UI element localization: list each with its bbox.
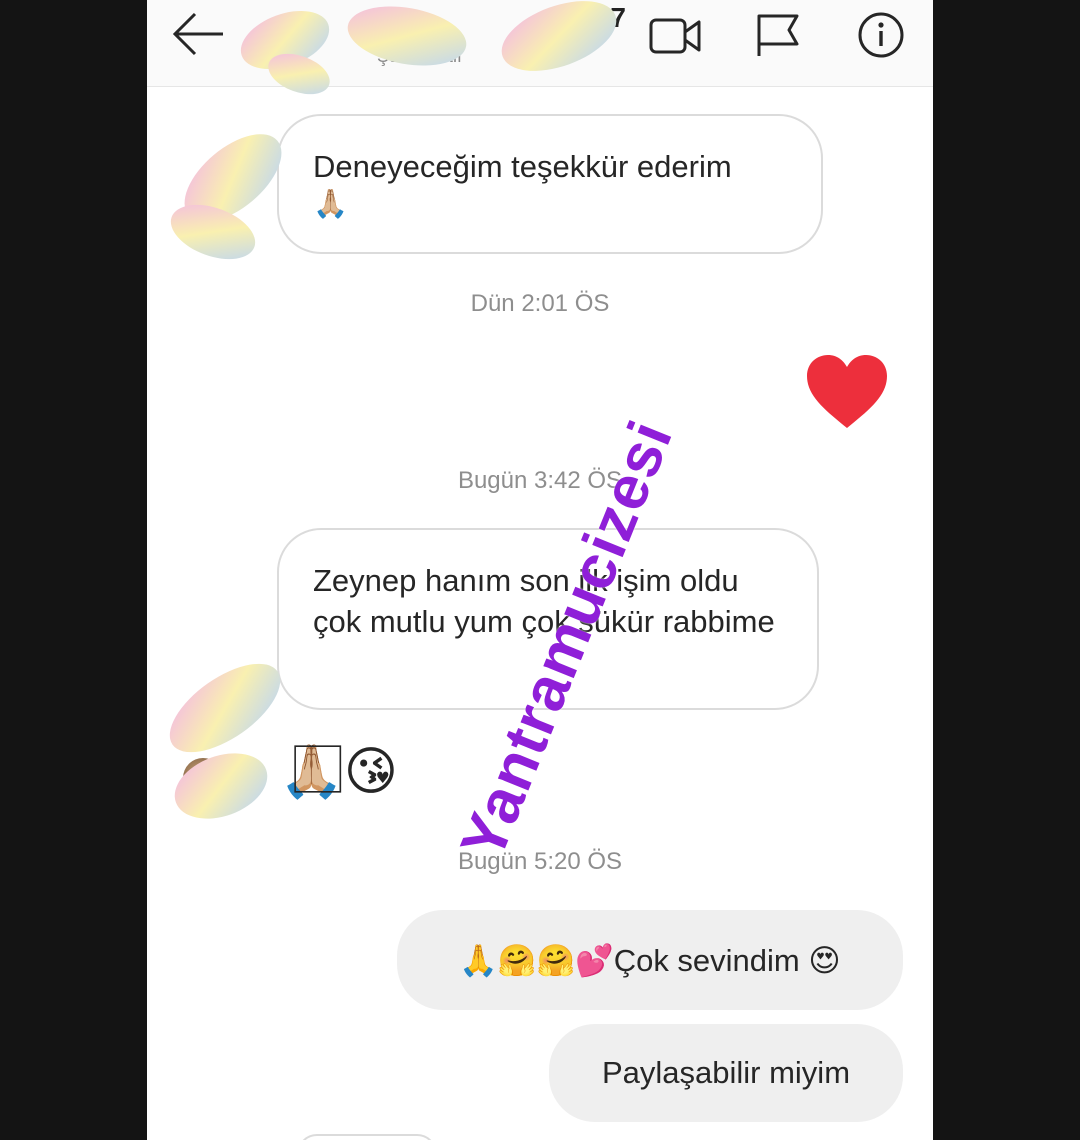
message-text: 🙏🤗🤗💕Çok sevindim 😍 [459, 942, 841, 978]
outgoing-message[interactable]: 🙏🤗🤗💕Çok sevindim 😍 [397, 910, 903, 1010]
chat-screen: 7 Şu an aktif Deneyeceğim teşekkür ederi… [147, 0, 933, 1140]
butterfly-sticker-icon [169, 663, 281, 819]
incoming-message[interactable]: Deneyeceğim teşekkür ederim 🙏🏼 [277, 114, 823, 254]
video-call-icon [649, 18, 701, 54]
contact-name[interactable]: 7 [307, 2, 627, 36]
info-icon [858, 12, 904, 58]
timestamp: Dün 2:01 ÖS [470, 290, 610, 317]
incoming-message-partial[interactable] [297, 1134, 437, 1140]
flag-icon [757, 14, 799, 56]
message-emoji: 🙏🏼 [313, 188, 348, 219]
report-button[interactable] [749, 10, 805, 60]
video-call-button[interactable] [647, 10, 703, 60]
timestamp: Bugün 3:42 ÖS [457, 467, 623, 494]
back-button[interactable] [169, 8, 229, 60]
timestamp: Bugün 5:20 ÖS [457, 848, 623, 875]
back-arrow-icon [172, 12, 223, 56]
info-button[interactable] [853, 10, 909, 60]
chat-header: 7 Şu an aktif [147, 0, 933, 87]
outgoing-message[interactable]: Paylaşabilir miyim [549, 1024, 903, 1122]
message-text: Paylaşabilir miyim [601, 1055, 851, 1090]
emoji-message[interactable]: 🙏🏼⃞😘 [279, 742, 398, 802]
heart-reaction[interactable] [805, 354, 889, 430]
active-status: Şu an aktif [377, 46, 463, 66]
message-text: Deneyeceğim teşekkür ederim [313, 149, 732, 184]
contact-avatar[interactable] [183, 758, 223, 798]
